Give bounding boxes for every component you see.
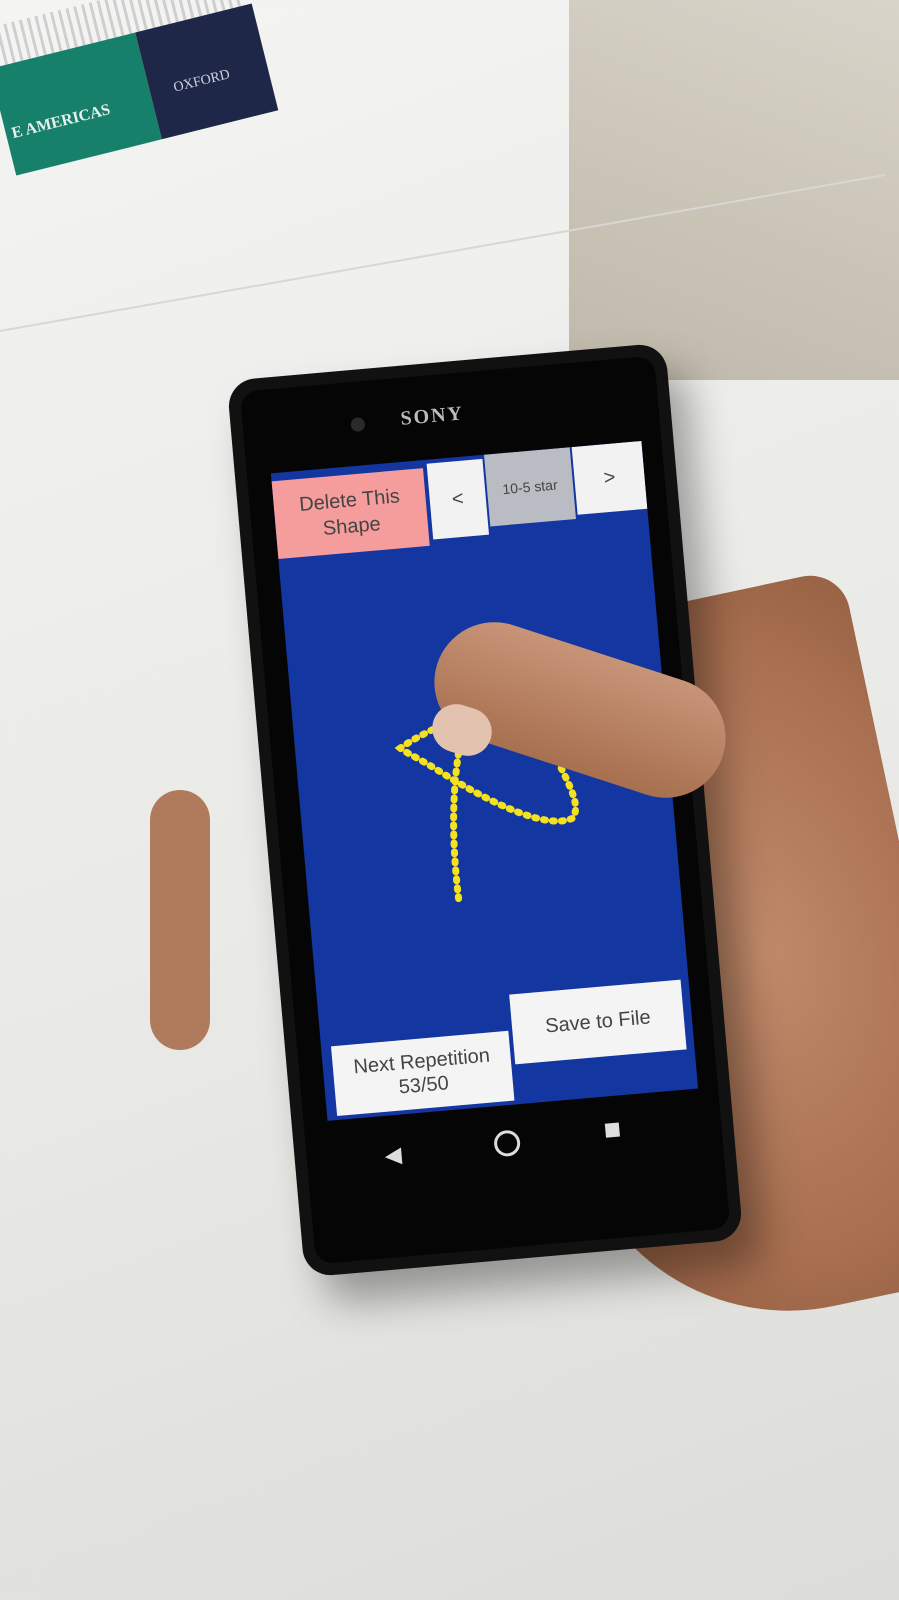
- phone: SONY Delete This Shape < 10-5 star > Nex…: [226, 342, 744, 1278]
- book: E AMERICAS OXFORD: [0, 0, 279, 176]
- back-icon[interactable]: ◀: [384, 1142, 403, 1169]
- next-repetition-button[interactable]: Next Repetition 53/50: [331, 1030, 515, 1117]
- left-fingers: [150, 790, 210, 1050]
- floor-tiles: [569, 0, 899, 380]
- previous-shape-button[interactable]: <: [426, 458, 490, 540]
- home-icon[interactable]: [493, 1129, 522, 1158]
- delete-shape-button[interactable]: Delete This Shape: [271, 468, 430, 560]
- save-to-file-button[interactable]: Save to File: [509, 979, 687, 1065]
- next-shape-button[interactable]: >: [571, 440, 648, 515]
- recent-apps-icon[interactable]: [604, 1122, 620, 1138]
- shape-name-label: 10-5 star: [484, 447, 576, 527]
